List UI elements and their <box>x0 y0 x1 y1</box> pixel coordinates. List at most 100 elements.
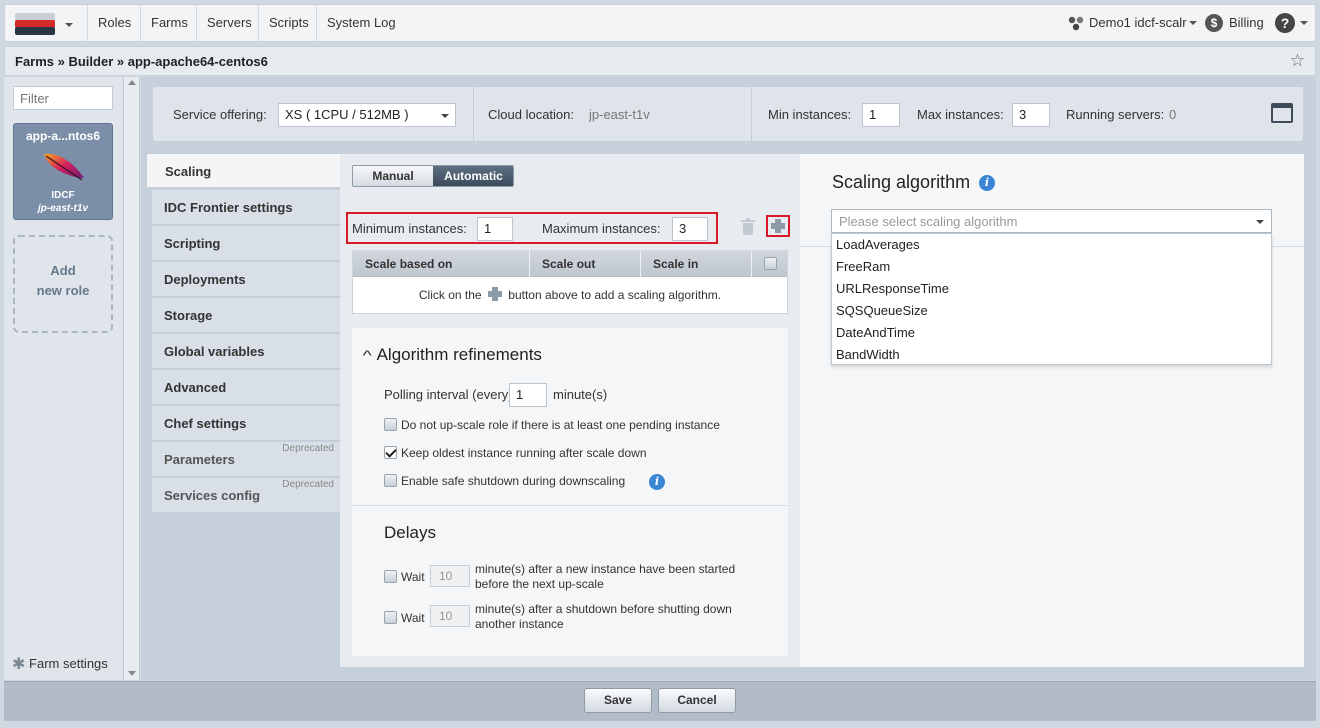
plus-icon <box>487 287 502 301</box>
col-scale-out[interactable]: Scale out <box>530 251 641 277</box>
service-offering-value: XS ( 1CPU / 512MB ) <box>285 107 409 122</box>
scaling-instances-highlight: Minimum instances: 1 Maximum instances: … <box>346 212 718 244</box>
breadcrumb: Farms » Builder » app-apache64-centos6 <box>15 54 268 69</box>
logo-icon <box>15 13 55 37</box>
max-instances-input[interactable]: 3 <box>1012 103 1050 127</box>
chevron-up-icon: ^ <box>362 347 372 363</box>
cancel-button[interactable]: Cancel <box>658 688 736 713</box>
option-sqsqueuesize[interactable]: SQSQueueSize <box>832 300 1271 322</box>
maximum-instances-label: Maximum instances: <box>542 221 661 236</box>
add-algorithm-button[interactable] <box>766 215 790 237</box>
tab-services-config-label: Services config <box>164 488 261 503</box>
divider <box>352 505 788 506</box>
farm-settings-button[interactable]: ✱ Farm settings <box>4 650 122 678</box>
refinements-title: Algorithm refinements <box>376 345 542 364</box>
role-tile[interactable]: app-a...ntos6 IDCF jp-east-t1v <box>13 123 113 220</box>
running-servers-value: 0 <box>1169 107 1177 122</box>
tab-storage[interactable]: Storage <box>152 298 340 333</box>
max-instances-label: Max instances: <box>917 107 1004 122</box>
gear-icon: ✱ <box>12 656 26 673</box>
tab-scaling[interactable]: Scaling <box>146 153 342 188</box>
option-bandwidth[interactable]: BandWidth <box>832 344 1271 366</box>
delay-upscale-checkbox[interactable] <box>384 570 397 583</box>
deprecated-badge: Deprecated <box>282 443 334 454</box>
chevron-down-icon <box>1189 21 1197 25</box>
no-upscale-label: Do not up-scale role if there is at leas… <box>401 418 720 432</box>
keep-oldest-checkbox[interactable] <box>384 446 397 459</box>
delays-title: Delays <box>384 523 436 542</box>
scaling-algorithm-title: Scaling algorithm <box>832 172 971 192</box>
roles-panel: app-a...ntos6 IDCF jp-east-t1v Add new r… <box>4 77 124 680</box>
role-name: app-a...ntos6 <box>25 129 100 143</box>
empty-text-before: Click on the <box>418 288 482 302</box>
info-icon[interactable]: i <box>649 474 665 490</box>
filter-input[interactable] <box>13 86 113 110</box>
maximum-instances-input[interactable]: 3 <box>672 217 708 241</box>
delay-downscale-text-1: minute(s) after a shutdown before shutti… <box>475 602 732 616</box>
delay-downscale-checkbox[interactable] <box>384 611 397 624</box>
no-upscale-checkbox[interactable] <box>384 418 397 431</box>
delay-upscale-input[interactable]: 10 <box>430 565 470 587</box>
tab-idc-frontier-settings[interactable]: IDC Frontier settings <box>152 190 340 225</box>
nav-scripts[interactable]: Scripts <box>258 5 319 41</box>
deprecated-badge: Deprecated <box>282 479 334 490</box>
scaling-mode-toggle: Manual Automatic <box>352 165 514 187</box>
add-role-button[interactable]: Add new role <box>13 235 113 333</box>
window-icon[interactable] <box>1271 103 1293 123</box>
option-urlresponsetime[interactable]: URLResponseTime <box>832 278 1271 300</box>
automatic-mode-button[interactable]: Automatic <box>433 166 513 186</box>
scroll-down-icon[interactable] <box>128 671 136 676</box>
delay-downscale-input[interactable]: 10 <box>430 605 470 627</box>
manual-mode-button[interactable]: Manual <box>353 166 433 186</box>
star-icon[interactable]: ☆ <box>1290 51 1305 71</box>
delay-downscale-text-2: another instance <box>475 617 564 631</box>
grid-empty-message: Click on the button above to add a scali… <box>353 277 787 313</box>
scalr-logo-menu[interactable] <box>11 11 83 37</box>
col-scale-in[interactable]: Scale in <box>641 251 752 277</box>
tab-advanced[interactable]: Advanced <box>152 370 340 405</box>
min-instances-input[interactable]: 1 <box>862 103 900 127</box>
nav-servers[interactable]: Servers <box>196 5 262 41</box>
safe-shutdown-checkbox[interactable] <box>384 474 397 487</box>
trash-icon[interactable] <box>740 218 756 236</box>
billing-label: Billing <box>1229 15 1264 30</box>
divider <box>473 87 474 141</box>
running-servers-label: Running servers: <box>1066 107 1165 122</box>
tab-deployments[interactable]: Deployments <box>152 262 340 297</box>
wait-label: Wait <box>401 611 425 625</box>
option-freeram[interactable]: FreeRam <box>832 256 1271 278</box>
info-icon[interactable]: i <box>979 175 995 191</box>
polling-interval-input[interactable]: 1 <box>509 383 547 407</box>
option-loadaverages[interactable]: LoadAverages <box>832 234 1271 256</box>
polling-interval-label: Polling interval (every) <box>384 387 513 402</box>
nav-roles[interactable]: Roles <box>87 5 141 41</box>
nav-farms[interactable]: Farms <box>140 5 198 41</box>
service-offering-label: Service offering: <box>173 107 267 122</box>
user-icon <box>1068 16 1084 31</box>
tab-global-variables[interactable]: Global variables <box>152 334 340 369</box>
scaling-algorithm-placeholder: Please select scaling algorithm <box>839 214 1018 229</box>
minimum-instances-label: Minimum instances: <box>352 221 467 236</box>
select-all-checkbox[interactable] <box>764 257 777 270</box>
tab-chef-settings[interactable]: Chef settings <box>152 406 340 441</box>
nav-system-log[interactable]: System Log <box>316 5 406 41</box>
tab-services-config[interactable]: Services config Deprecated <box>152 478 340 513</box>
chevron-down-icon <box>441 114 449 118</box>
refinements-header[interactable]: ^ Algorithm refinements <box>362 345 542 365</box>
tab-scripting[interactable]: Scripting <box>152 226 340 261</box>
service-offering-select[interactable]: XS ( 1CPU / 512MB ) <box>278 103 456 127</box>
tab-parameters[interactable]: Parameters Deprecated <box>152 442 340 477</box>
minimum-instances-input[interactable]: 1 <box>477 217 513 241</box>
divider <box>751 87 752 141</box>
col-scale-based-on[interactable]: Scale based on <box>353 251 530 277</box>
scaling-algorithm-select[interactable]: Please select scaling algorithm <box>831 209 1272 233</box>
cloud-location-label: Cloud location: <box>488 107 574 122</box>
delay-upscale-text-2: before the next up-scale <box>475 577 604 591</box>
option-dateandtime[interactable]: DateAndTime <box>832 322 1271 344</box>
wait-label: Wait <box>401 570 425 584</box>
scroll-up-icon[interactable] <box>128 80 136 85</box>
roles-scrollbar[interactable] <box>124 77 140 680</box>
save-button[interactable]: Save <box>584 688 652 713</box>
help-icon: ? <box>1275 13 1295 33</box>
role-cloud: IDCF <box>51 190 75 201</box>
